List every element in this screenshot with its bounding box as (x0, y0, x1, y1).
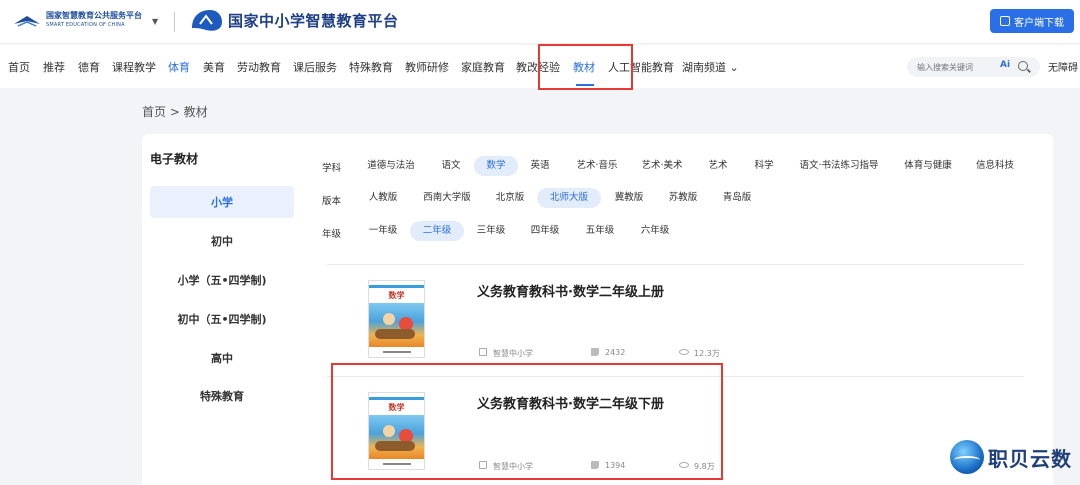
subject-option[interactable]: 信息科技 (972, 156, 1018, 176)
grade-option-selected[interactable]: 二年级 (410, 221, 464, 241)
nav-item-labor[interactable]: 劳动教育 (237, 59, 281, 75)
grade-option[interactable]: 三年级 (472, 221, 510, 241)
nav-item-hunan[interactable]: 湖南频道 ⌄ (682, 59, 739, 75)
subject-option[interactable]: 艺术·美术 (636, 156, 688, 176)
edition-filter-label: 版本 (322, 196, 342, 207)
grade-filter-label: 年级 (322, 229, 342, 240)
platform-name: 国家中小学智慧教育平台 (228, 11, 399, 30)
book-source: 智慧中小学 (493, 349, 533, 358)
subject-option[interactable]: 英语 (525, 156, 555, 176)
nav-item-sports[interactable]: 体育 (168, 59, 190, 75)
book-title[interactable]: 义务教育教科书·数学二年级上册 (477, 281, 664, 300)
book-illustration (369, 415, 424, 461)
nav-item-reform[interactable]: 教改经验 (516, 59, 560, 75)
download-icon (1000, 16, 1010, 26)
grade-option[interactable]: 五年级 (581, 221, 619, 241)
download-label: 客户端下载 (1014, 17, 1064, 29)
book-cover-title: 数学 (388, 291, 405, 300)
grade-option[interactable]: 六年级 (636, 221, 674, 241)
edition-option[interactable]: 北京版 (491, 188, 529, 208)
list-divider (327, 264, 1024, 265)
list-divider (327, 376, 1024, 377)
nav-item-teacher[interactable]: 教师研修 (405, 59, 449, 75)
sidebar-item-junior-54[interactable]: 初中（五•四学制) (150, 303, 294, 335)
view-icon (679, 349, 689, 355)
source-icon (479, 348, 487, 356)
subject-option[interactable]: 艺术 (703, 156, 733, 176)
sidebar-item-senior[interactable]: 高中 (150, 342, 294, 374)
subject-option[interactable]: 科学 (749, 156, 779, 176)
watermark: 职贝云数 (950, 440, 1072, 474)
accessibility-link[interactable]: 无障碍 (1048, 59, 1078, 74)
nav-item-ai[interactable]: 人工智能教育 (608, 59, 674, 75)
book-title[interactable]: 义务教育教科书·数学二年级下册 (477, 393, 664, 412)
grade-option[interactable]: 四年级 (526, 221, 564, 241)
sidebar-item-special[interactable]: 特殊教育 (150, 380, 294, 412)
active-tab-indicator (576, 84, 594, 86)
like-icon[interactable] (591, 461, 599, 469)
subject-option[interactable]: 艺术·音乐 (571, 156, 623, 176)
grade-option[interactable]: 一年级 (364, 221, 402, 241)
nav-item-recommend[interactable]: 推荐 (43, 59, 65, 75)
platform-logo-icon (192, 10, 222, 31)
book-likes: 1394 (605, 461, 626, 470)
smart-education-logo[interactable]: 国家智慧教育公共服务平台 SMART EDUCATION OF CHINA (12, 10, 142, 30)
edition-option[interactable]: 人教版 (364, 188, 402, 208)
subject-option[interactable]: 语文 (436, 156, 466, 176)
book-views: 9.8万 (694, 462, 715, 471)
nav-item-special[interactable]: 特殊教育 (349, 59, 393, 75)
edition-option[interactable]: 西南大学版 (418, 188, 476, 208)
like-icon[interactable] (591, 348, 599, 356)
book-source: 智慧中小学 (493, 462, 533, 471)
search-box[interactable]: Ai (907, 57, 1040, 77)
edition-option[interactable]: 冀教版 (610, 188, 648, 208)
subject-filter-label: 学科 (322, 163, 342, 174)
nav-item-home[interactable]: 首页 (8, 59, 30, 75)
edition-option[interactable]: 苏教版 (664, 188, 702, 208)
watermark-text: 职贝云数 (988, 446, 1072, 471)
logo-title: 国家智慧教育公共服务平台 (46, 11, 142, 20)
book-logo-icon (14, 16, 40, 27)
top-header: 国家智慧教育公共服务平台 SMART EDUCATION OF CHINA ▼ … (0, 0, 1080, 44)
edition-option-selected[interactable]: 北师大版 (537, 188, 601, 208)
subject-option[interactable]: 体育与健康 (898, 156, 958, 176)
platform-logo[interactable]: 国家中小学智慧教育平台 (188, 6, 399, 34)
nav-item-family[interactable]: 家庭教育 (461, 59, 505, 75)
nav-item-arts[interactable]: 美育 (203, 59, 225, 75)
nav-item-moral[interactable]: 德育 (78, 59, 100, 75)
nav-item-afterschool[interactable]: 课后服务 (293, 59, 337, 75)
subject-option[interactable]: 道德与法治 (361, 156, 421, 176)
book-illustration (369, 303, 424, 349)
sidebar-item-primary-54[interactable]: 小学（五•四学制) (150, 264, 294, 296)
sidebar-title: 电子教材 (150, 152, 199, 166)
book-likes: 2432 (605, 348, 626, 357)
breadcrumb[interactable]: 首页 > 教材 (142, 103, 208, 120)
ai-search-icon[interactable]: Ai (1000, 60, 1010, 70)
search-input[interactable] (917, 60, 997, 74)
client-download-button[interactable]: 客户端下载 (990, 9, 1074, 33)
search-icon[interactable] (1018, 61, 1028, 71)
source-icon (479, 461, 487, 469)
logo-subtitle: SMART EDUCATION OF CHINA (46, 22, 125, 28)
nav-item-course[interactable]: 课程教学 (112, 59, 156, 75)
nav-item-textbook[interactable]: 教材 (573, 59, 595, 75)
book-cover[interactable]: 数学 (368, 280, 425, 358)
sidebar-item-junior[interactable]: 初中 (150, 225, 294, 257)
globe-logo-icon (950, 440, 984, 474)
view-icon (679, 462, 689, 468)
subject-option[interactable]: 语文·书法练习指导 (796, 156, 882, 176)
book-cover-title: 数学 (388, 403, 405, 412)
book-cover[interactable]: 数学 (368, 392, 425, 470)
sidebar-item-primary[interactable]: 小学 (150, 186, 294, 218)
subject-option-selected[interactable]: 数学 (474, 156, 518, 176)
book-views: 12.3万 (694, 349, 720, 358)
edition-option[interactable]: 青岛版 (718, 188, 756, 208)
header-divider (174, 12, 175, 32)
caret-down-icon[interactable]: ▼ (152, 17, 158, 26)
